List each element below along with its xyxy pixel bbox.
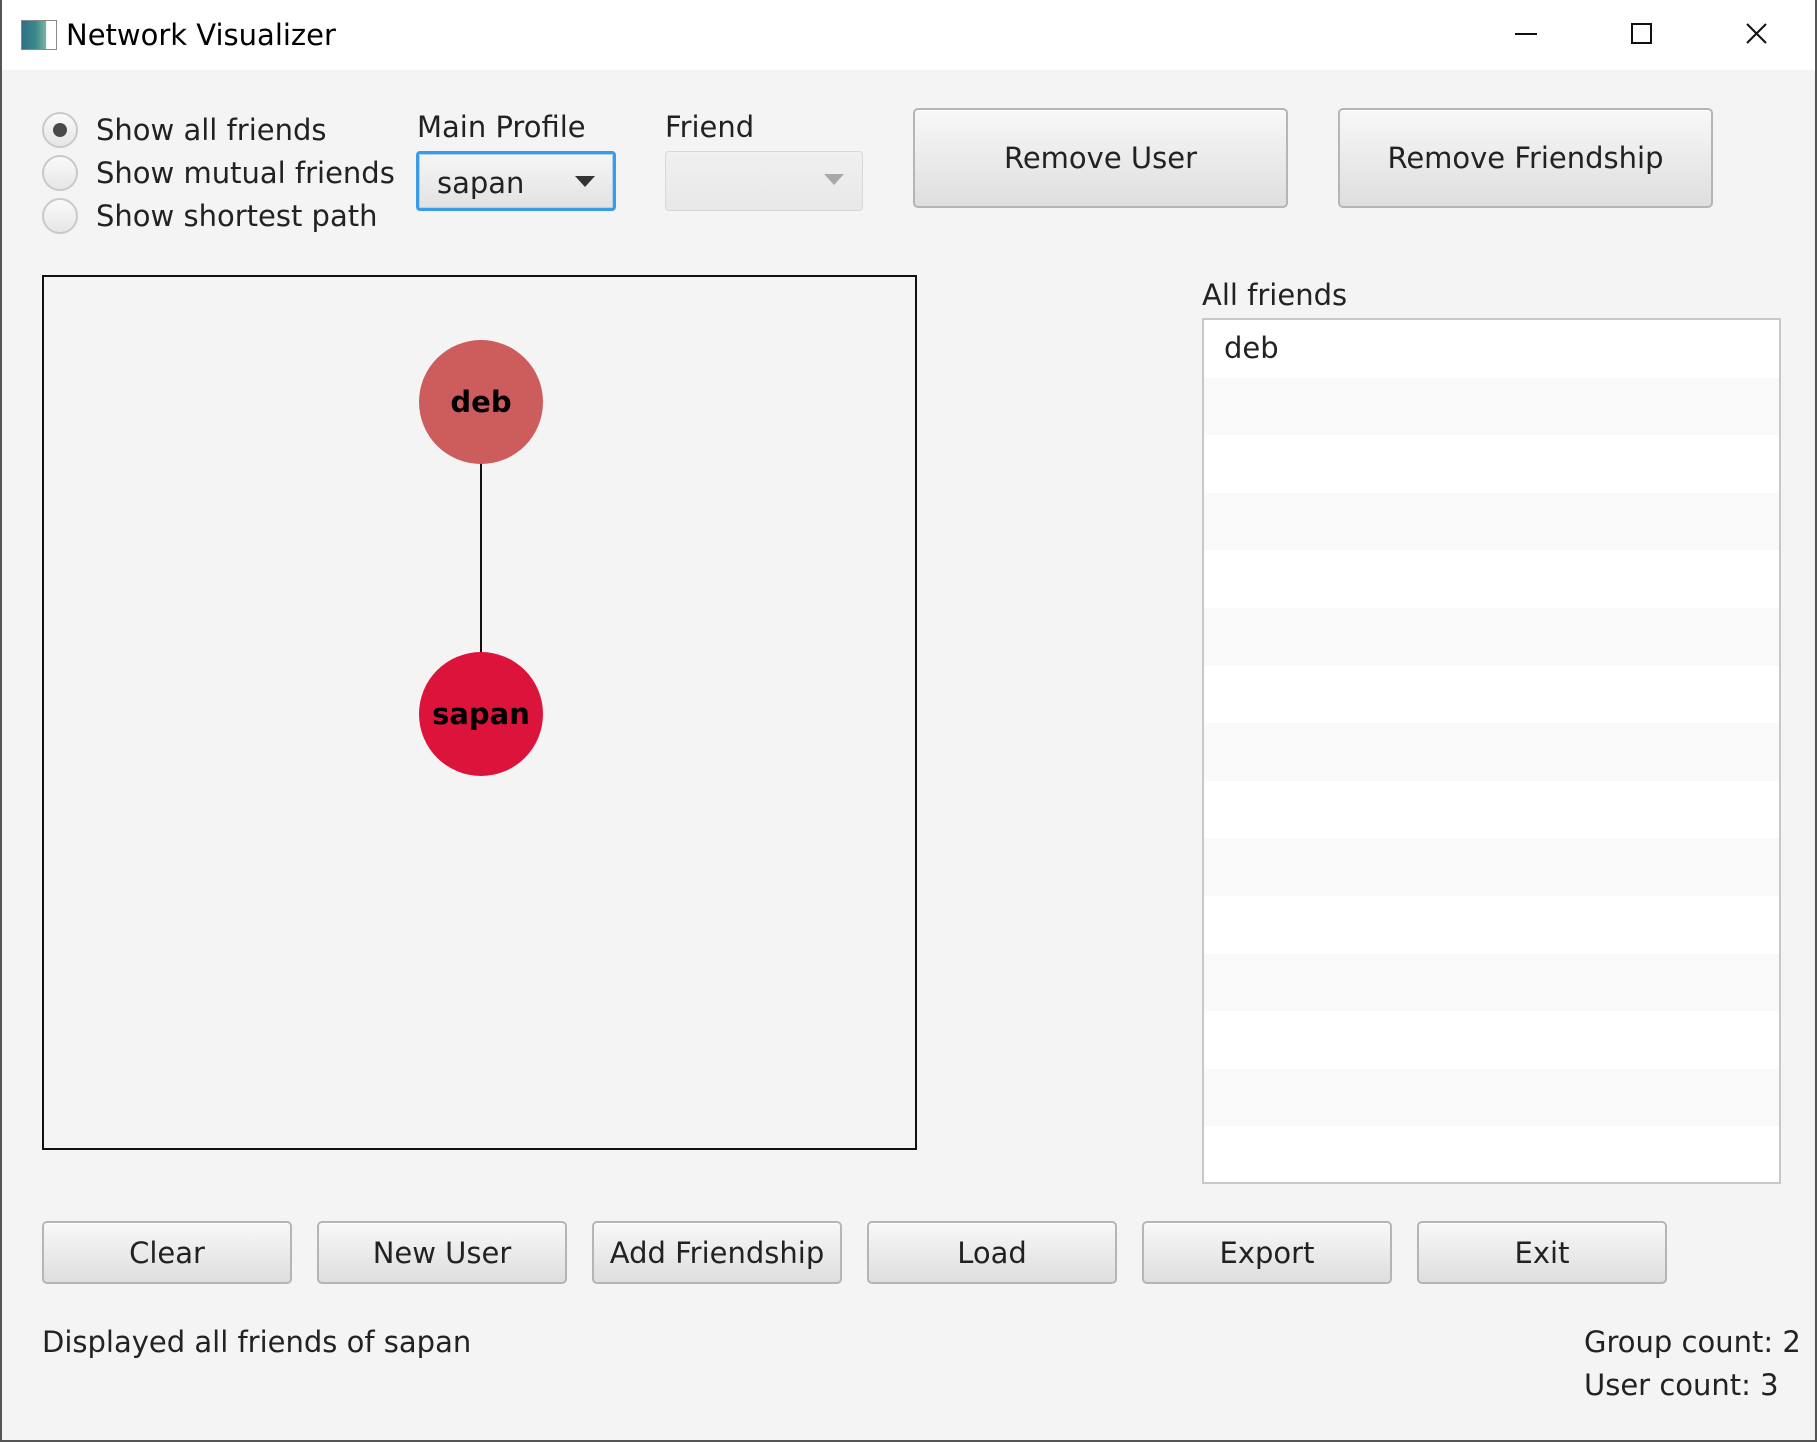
list-item-empty — [1204, 1011, 1779, 1069]
chevron-down-icon — [575, 176, 595, 187]
list-item-empty — [1204, 435, 1779, 493]
list-item[interactable]: deb — [1204, 320, 1779, 378]
minimize-icon — [1515, 33, 1537, 35]
close-icon — [1746, 23, 1767, 44]
list-item-empty — [1204, 665, 1779, 724]
graph-svg: deb sapan — [419, 340, 543, 776]
radio-label: Show mutual friends — [96, 156, 395, 190]
load-button[interactable]: Load — [867, 1221, 1117, 1284]
maximize-button[interactable] — [1583, 0, 1698, 70]
graph-node-label: deb — [450, 385, 511, 419]
app-window-icon — [21, 20, 57, 50]
list-item-empty — [1204, 1068, 1779, 1127]
friend-select[interactable] — [665, 151, 863, 211]
radio-button[interactable] — [42, 198, 78, 234]
list-item-empty — [1204, 895, 1779, 954]
group-count: Group count: 2 — [1584, 1325, 1801, 1359]
user-count: User count: 3 — [1584, 1368, 1779, 1402]
remove-friendship-button[interactable]: Remove Friendship — [1338, 108, 1713, 208]
friends-list-label: All friends — [1202, 278, 1348, 312]
remove-user-button[interactable]: Remove User — [913, 108, 1288, 208]
radio-button-checked[interactable] — [42, 112, 78, 148]
minimize-button[interactable] — [1468, 0, 1583, 70]
new-user-button[interactable]: New User — [317, 1221, 567, 1284]
clear-button[interactable]: Clear — [42, 1221, 292, 1284]
list-item-empty — [1204, 780, 1779, 839]
export-button[interactable]: Export — [1142, 1221, 1392, 1284]
main-profile-label: Main Profile — [417, 110, 586, 144]
list-item-empty — [1204, 550, 1779, 608]
add-friendship-button[interactable]: Add Friendship — [592, 1221, 842, 1284]
list-item-empty — [1204, 1126, 1779, 1182]
list-item-empty — [1204, 838, 1779, 896]
window-title: Network Visualizer — [66, 18, 336, 52]
list-item-empty — [1204, 607, 1779, 666]
main-profile-select[interactable]: sapan — [416, 151, 616, 211]
list-item-empty — [1204, 723, 1779, 781]
list-item-empty — [1204, 492, 1779, 551]
friends-list[interactable]: deb — [1202, 318, 1781, 1184]
friend-label: Friend — [665, 110, 755, 144]
maximize-icon — [1631, 23, 1652, 44]
list-item-empty — [1204, 377, 1779, 436]
status-message: Displayed all friends of sapan — [42, 1325, 472, 1359]
title-bar[interactable]: Network Visualizer — [2, 0, 1815, 70]
close-button[interactable] — [1699, 0, 1814, 70]
radio-show-shortest-path[interactable]: Show shortest path — [42, 196, 377, 236]
radio-show-all-friends[interactable]: Show all friends — [42, 110, 327, 150]
exit-button[interactable]: Exit — [1417, 1221, 1667, 1284]
main-window: Network Visualizer Show all friends Show… — [0, 0, 1817, 1442]
radio-label: Show shortest path — [96, 199, 378, 233]
radio-label: Show all friends — [96, 113, 327, 147]
graph-node-label: sapan — [432, 697, 530, 731]
radio-show-mutual-friends[interactable]: Show mutual friends — [42, 153, 395, 193]
radio-button[interactable] — [42, 155, 78, 191]
graph-canvas[interactable]: deb sapan — [42, 275, 917, 1150]
list-item-empty — [1204, 953, 1779, 1012]
main-profile-value: sapan — [437, 166, 525, 200]
chevron-down-icon — [824, 174, 844, 185]
